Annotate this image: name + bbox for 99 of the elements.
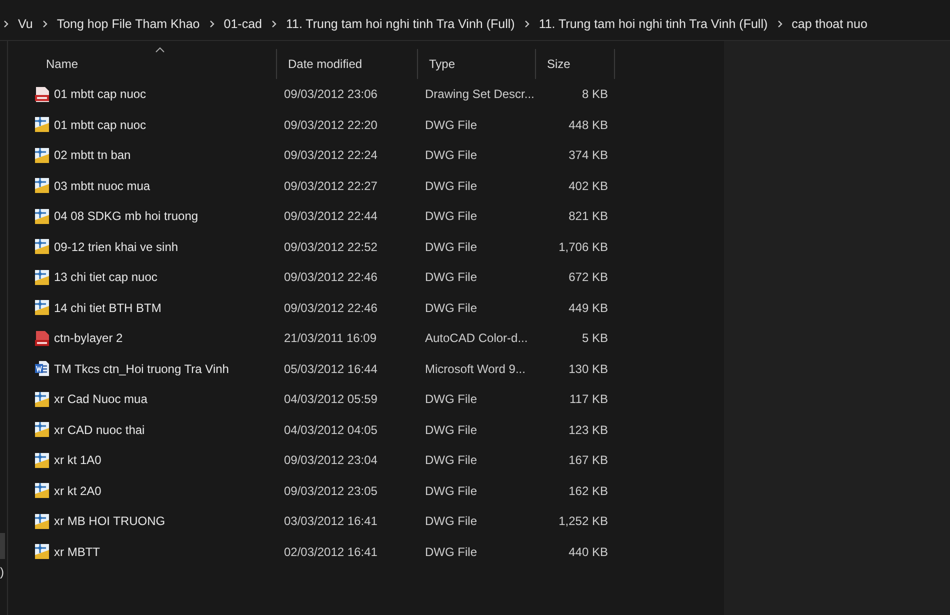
drawing-file-icon bbox=[34, 238, 50, 256]
chevron-right-icon bbox=[270, 20, 278, 28]
date-cell-text: 03/03/2012 16:41 bbox=[283, 514, 378, 528]
drawing-file-icon bbox=[34, 452, 50, 469]
file-name[interactable]: 14 chi tiet BTH BTM bbox=[54, 300, 162, 315]
breadcrumb-item[interactable]: 01-cad bbox=[224, 17, 262, 31]
type-cell-text: DWG File bbox=[424, 148, 478, 162]
date-cell-text: 09/03/2012 22:46 bbox=[283, 300, 378, 315]
size-cell-text: 167 KB bbox=[568, 453, 609, 468]
breadcrumb-item[interactable]: Tong hop File Tham Khao bbox=[56, 17, 200, 31]
word-document-icon bbox=[34, 360, 50, 378]
size-cell-text: 130 KB bbox=[568, 362, 609, 376]
size-cell-text: 8 KB bbox=[580, 87, 609, 102]
file-name[interactable]: 09-12 trien khai ve sinh bbox=[54, 240, 178, 254]
date-cell-text: 09/03/2012 23:05 bbox=[283, 484, 378, 498]
date-cell-text: 09/03/2012 22:24 bbox=[283, 148, 378, 162]
column-header[interactable]: Date modified bbox=[277, 49, 418, 79]
date-cell-text: 09/03/2012 23:06 bbox=[283, 87, 378, 102]
drawing-file-icon bbox=[34, 299, 50, 316]
size-cell-text: 449 KB bbox=[568, 300, 609, 315]
date-cell-text: 02/03/2012 16:41 bbox=[283, 544, 378, 559]
file-name[interactable]: ctn-bylayer 2 bbox=[54, 331, 123, 346]
drawing-file-icon bbox=[34, 421, 50, 438]
date-cell-text: 21/03/2011 16:09 bbox=[283, 331, 378, 346]
breadcrumb-item[interactable]: Vu bbox=[18, 17, 33, 31]
type-cell-text: DWG File bbox=[424, 300, 478, 315]
type-cell-text: DWG File bbox=[424, 544, 478, 559]
date-cell-text: 09/03/2012 22:27 bbox=[283, 178, 378, 193]
breadcrumb-item[interactable]: cap thoat nuo bbox=[792, 17, 868, 31]
navigation-pane-text: ) bbox=[0, 565, 5, 579]
date-cell-text: 09/03/2012 22:20 bbox=[283, 118, 378, 132]
drawing-file-icon bbox=[34, 543, 50, 560]
file-name[interactable]: 03 mbtt nuoc mua bbox=[54, 178, 150, 193]
size-cell-text: 117 KB bbox=[568, 392, 609, 406]
size-cell-text: 402 KB bbox=[568, 178, 609, 193]
size-cell-text: 821 KB bbox=[568, 209, 609, 224]
size-cell-text: 374 KB bbox=[568, 148, 609, 162]
type-cell-text: DWG File bbox=[424, 453, 478, 468]
drawing-file-icon bbox=[34, 482, 50, 500]
drawing-file-icon bbox=[34, 268, 50, 286]
chevron-right-icon bbox=[522, 20, 531, 28]
date-cell-text: 05/03/2012 16:44 bbox=[283, 362, 378, 376]
file-name[interactable]: TM Tkcs ctn_Hoi truong Tra Vinh bbox=[54, 362, 229, 376]
file-name[interactable]: 04 08 SDKG mb hoi truong bbox=[54, 209, 198, 224]
size-cell-text: 123 KB bbox=[568, 422, 609, 437]
column-header[interactable]: Size bbox=[536, 49, 615, 79]
type-cell-text: Drawing Set Descr... bbox=[424, 87, 536, 102]
breadcrumb-item[interactable]: 11. Trung tam hoi nghi tinh Tra Vinh (Full) bbox=[286, 17, 515, 31]
column-header[interactable]: Type bbox=[418, 49, 536, 79]
drawing-file-icon bbox=[34, 390, 50, 408]
drawing-file-icon bbox=[34, 512, 50, 530]
drawing-file-icon bbox=[34, 146, 50, 164]
date-cell-text: 04/03/2012 05:59 bbox=[283, 392, 378, 406]
file-name[interactable]: 02 mbtt tn ban bbox=[54, 148, 131, 162]
file-name[interactable]: 01 mbtt cap nuoc bbox=[54, 118, 146, 132]
size-cell-text: 162 KB bbox=[568, 484, 609, 498]
type-cell-text: DWG File bbox=[424, 514, 478, 528]
drawing-set-file-icon bbox=[34, 86, 50, 103]
size-cell-text: 440 KB bbox=[568, 544, 609, 559]
date-cell-text: 09/03/2012 22:52 bbox=[283, 240, 378, 254]
chevron-right-icon bbox=[40, 20, 49, 28]
date-cell-text: 09/03/2012 23:04 bbox=[283, 453, 378, 468]
chevron-right-icon bbox=[2, 20, 10, 28]
type-cell-text: DWG File bbox=[424, 484, 478, 498]
type-cell-text: DWG File bbox=[424, 240, 478, 254]
type-cell-text: DWG File bbox=[424, 392, 478, 406]
type-cell-text: DWG File bbox=[424, 178, 478, 193]
date-cell-text: 09/03/2012 22:44 bbox=[283, 209, 378, 224]
type-cell-text: DWG File bbox=[424, 270, 478, 284]
type-cell-text: AutoCAD Color-d... bbox=[424, 331, 529, 346]
file-name[interactable]: xr CAD nuoc thai bbox=[54, 422, 145, 437]
size-cell-text: 1,252 KB bbox=[558, 514, 609, 528]
date-cell-text: 04/03/2012 04:05 bbox=[283, 422, 378, 437]
size-cell-text: 672 KB bbox=[568, 270, 609, 284]
type-cell-text: DWG File bbox=[424, 422, 478, 437]
file-name[interactable]: xr kt 2A0 bbox=[54, 484, 102, 498]
drawing-file-icon bbox=[34, 116, 50, 134]
sort-ascending-icon bbox=[155, 47, 165, 53]
date-cell-text: 09/03/2012 22:46 bbox=[283, 270, 378, 284]
size-cell-text: 1,706 KB bbox=[558, 240, 609, 254]
scrollbar-thumb[interactable] bbox=[0, 533, 5, 559]
file-name[interactable]: xr Cad Nuoc mua bbox=[54, 392, 148, 406]
drawing-file-icon bbox=[34, 208, 50, 225]
size-cell-text: 5 KB bbox=[580, 331, 609, 346]
column-header[interactable]: Name bbox=[27, 49, 277, 79]
file-name[interactable]: xr MB HOI TRUONG bbox=[54, 514, 166, 528]
file-name[interactable]: 13 chi tiet cap nuoc bbox=[54, 270, 158, 284]
file-name[interactable]: xr MBTT bbox=[54, 544, 100, 559]
drawing-file-icon bbox=[34, 177, 50, 194]
breadcrumb-item[interactable]: 11. Trung tam hoi nghi tinh Tra Vinh (Full) bbox=[538, 17, 768, 31]
chevron-right-icon bbox=[208, 20, 216, 28]
plot-style-file-icon bbox=[34, 330, 50, 347]
type-cell-text: Microsoft Word 9... bbox=[424, 362, 526, 376]
file-name[interactable]: xr kt 1A0 bbox=[54, 453, 102, 468]
chevron-right-icon bbox=[776, 20, 784, 28]
type-cell-text: DWG File bbox=[424, 209, 478, 224]
type-cell-text: DWG File bbox=[424, 118, 478, 132]
file-name[interactable]: 01 mbtt cap nuoc bbox=[54, 87, 146, 102]
size-cell-text: 448 KB bbox=[568, 118, 609, 132]
